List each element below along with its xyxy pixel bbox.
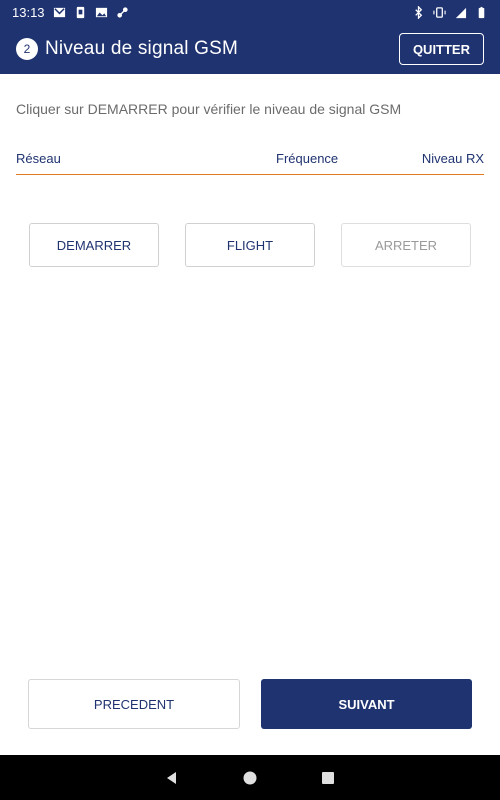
data-saver-icon [116, 6, 129, 19]
system-navigation-bar [0, 755, 500, 800]
page-title: Niveau de signal GSM [45, 38, 239, 59]
signal-table-header: Réseau Fréquence Niveau RX [16, 151, 484, 175]
quit-button[interactable]: QUITTER [398, 33, 484, 65]
sim-card-icon [74, 6, 87, 19]
action-buttons: DEMARRER FLIGHT ARRETER [29, 223, 471, 267]
signal-4g-icon [454, 6, 467, 19]
recents-icon[interactable] [318, 768, 338, 788]
next-button[interactable]: SUIVANT [261, 679, 472, 729]
stop-button: ARRETER [341, 223, 471, 267]
status-bar: 13:13 [0, 0, 500, 24]
app-bar: 2 Niveau de signal GSM QUITTER [0, 24, 500, 74]
flight-button[interactable]: FLIGHT [185, 223, 315, 267]
previous-button[interactable]: PRECEDENT [28, 679, 240, 729]
vibrate-icon [433, 6, 446, 19]
instruction-text: Cliquer sur DEMARRER pour vérifier le ni… [16, 101, 402, 117]
gmail-icon [53, 6, 66, 19]
app-screen: 13:13 2 Niveau de signal GSM QUITTER Cli… [0, 0, 500, 800]
image-icon [95, 6, 108, 19]
home-icon[interactable] [240, 768, 260, 788]
start-button[interactable]: DEMARRER [29, 223, 159, 267]
step-number-badge: 2 [16, 38, 38, 60]
clock: 13:13 [12, 4, 45, 20]
column-header-rx-level: Niveau RX [421, 151, 484, 166]
status-bar-left: 13:13 [12, 5, 129, 20]
bluetooth-icon [412, 5, 425, 19]
column-header-network: Réseau [16, 151, 61, 166]
status-bar-right [412, 5, 488, 19]
battery-icon [475, 6, 488, 19]
back-icon[interactable] [162, 768, 182, 788]
column-header-frequency: Fréquence [276, 151, 339, 166]
